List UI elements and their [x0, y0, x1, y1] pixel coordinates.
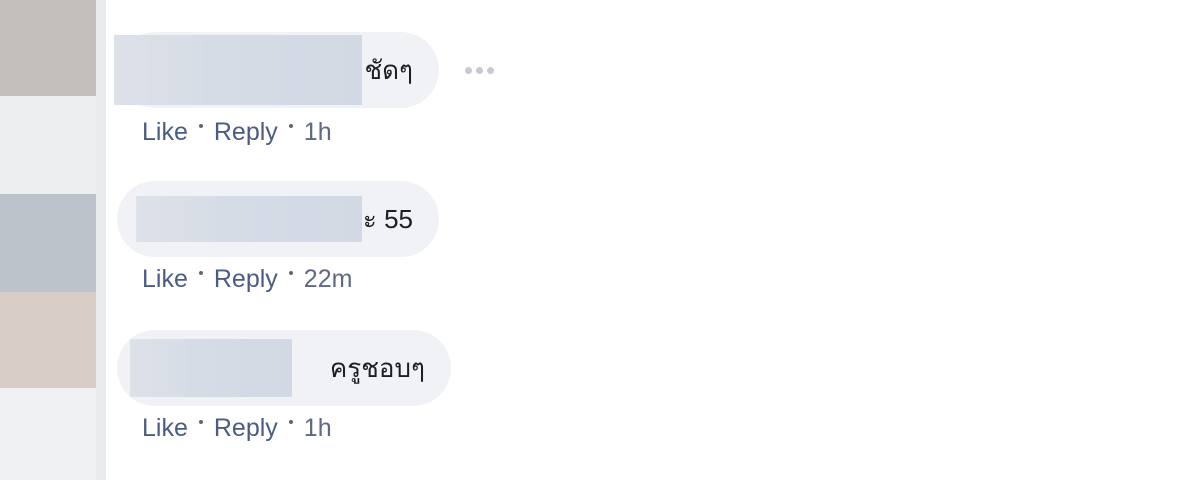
separator-dot — [198, 270, 203, 275]
comment-text: ชัดๆ — [364, 54, 414, 85]
timestamp[interactable]: 1h — [304, 414, 332, 443]
avatar-gap — [0, 96, 96, 194]
timestamp[interactable]: 22m — [304, 265, 353, 294]
comment-bubble[interactable]: ครูชอบๆ — [117, 330, 451, 406]
comment-actions: Like Reply 22m — [142, 265, 352, 294]
comment-text: ะ 55 — [362, 203, 413, 234]
separator-dot — [198, 419, 203, 424]
avatar[interactable] — [0, 292, 96, 388]
avatar-gap — [0, 388, 96, 480]
separator-dot — [198, 123, 203, 128]
redacted-content — [136, 196, 362, 242]
comment-text: ครูชอบๆ — [329, 352, 425, 383]
comments-panel: ชัดๆ Like Reply 1h ะ 55 Like Reply 22m ค… — [0, 0, 1200, 480]
reply-link[interactable]: Reply — [214, 265, 278, 294]
comment-actions: Like Reply 1h — [142, 118, 332, 147]
like-link[interactable]: Like — [142, 414, 188, 443]
comment-item: ชัดๆ Like Reply 1h — [114, 32, 494, 146]
comment-bubble[interactable]: ะ 55 — [117, 181, 439, 257]
comment-item: ครูชอบๆ Like Reply 1h — [117, 330, 451, 442]
avatar[interactable] — [0, 0, 96, 96]
comment-bubble[interactable]: ชัดๆ — [114, 32, 439, 108]
reply-link[interactable]: Reply — [214, 118, 278, 147]
avatar[interactable] — [0, 194, 96, 292]
redacted-content — [114, 35, 362, 105]
separator-dot — [288, 270, 293, 275]
column-divider — [96, 0, 106, 480]
ellipsis-icon[interactable] — [465, 67, 494, 74]
timestamp[interactable]: 1h — [304, 118, 332, 147]
separator-dot — [288, 419, 293, 424]
redacted-content — [130, 339, 292, 397]
like-link[interactable]: Like — [142, 265, 188, 294]
reply-link[interactable]: Reply — [214, 414, 278, 443]
like-link[interactable]: Like — [142, 118, 188, 147]
comment-actions: Like Reply 1h — [142, 414, 332, 443]
comment-item: ะ 55 Like Reply 22m — [117, 181, 439, 293]
avatar-column — [0, 0, 106, 480]
separator-dot — [288, 123, 293, 128]
